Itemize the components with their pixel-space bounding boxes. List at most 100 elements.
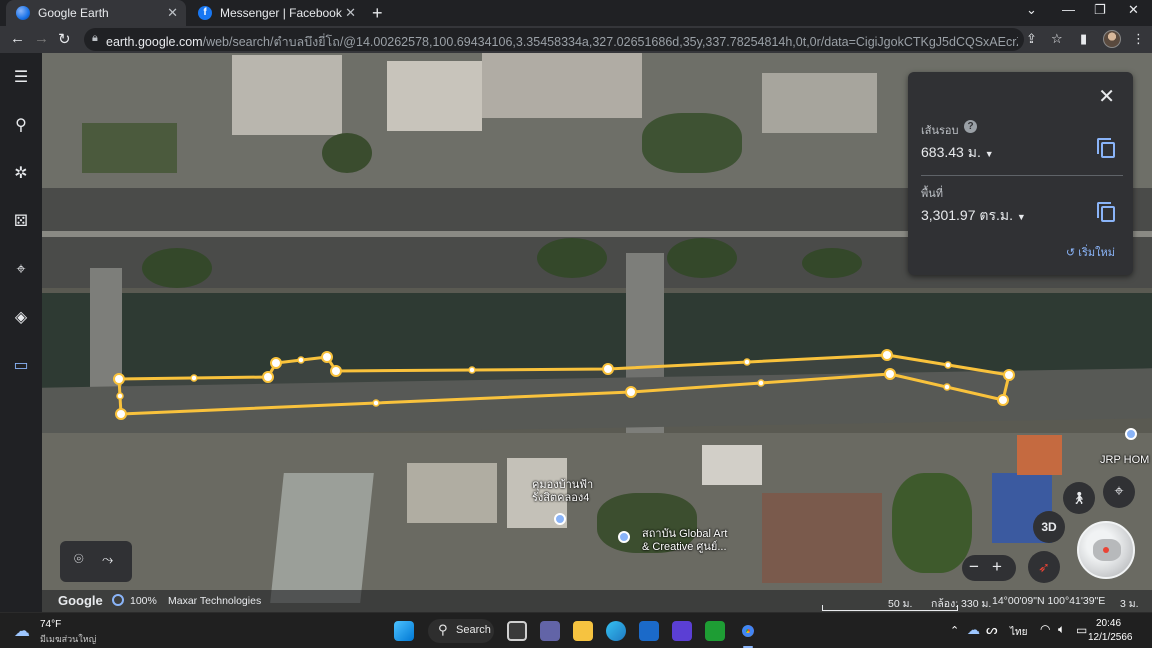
reset-button[interactable]: ↺ เริ่มใหม่ (1066, 243, 1115, 261)
clock-date[interactable]: 12/1/2566 (1088, 632, 1133, 643)
map-style-icon[interactable]: ◈ (12, 309, 30, 327)
pegman-icon[interactable]: 🚶︎ (1063, 482, 1095, 514)
mini-globe[interactable] (1077, 521, 1135, 579)
place-pin-icon[interactable] (618, 531, 630, 543)
search-icon[interactable]: ⚲ (12, 117, 30, 135)
imagery-attribution[interactable]: Maxar Technologies (168, 595, 261, 607)
opacity-icon[interactable] (112, 594, 124, 606)
minimize-icon[interactable]: — (1062, 2, 1075, 17)
measure-vertex[interactable] (330, 365, 342, 377)
input-language[interactable]: ไทย (1010, 625, 1027, 640)
show-hidden-icons[interactable]: ⌃ (950, 624, 959, 637)
place-label[interactable]: JRP HOM (1100, 454, 1149, 467)
taskbar-search[interactable]: ⚲ Search (428, 619, 494, 643)
copy-perimeter-icon[interactable] (1097, 138, 1115, 158)
close-icon[interactable]: ✕ (1098, 84, 1115, 109)
maximize-icon[interactable]: ❐ (1094, 2, 1106, 18)
measure-outline[interactable] (117, 353, 1011, 416)
measure-vertex[interactable] (270, 357, 282, 369)
measure-vertex[interactable] (262, 371, 274, 383)
battery-icon[interactable]: ▭ (1076, 623, 1087, 637)
close-window-icon[interactable]: ✕ (1128, 2, 1139, 18)
place-pin-icon[interactable] (554, 513, 566, 525)
place-label[interactable]: คุมองบ้านฟ้า รังสิตคลอง4 (532, 479, 593, 505)
measure-midpoint[interactable] (372, 399, 380, 407)
wifi-icon[interactable]: ◠ (1040, 622, 1050, 636)
bookmark-star-icon[interactable]: ☆ (1051, 31, 1063, 47)
measure-midpoint[interactable] (190, 374, 198, 382)
share-icon[interactable]: ⇪ (1026, 31, 1037, 47)
tab-messenger[interactable]: f Messenger | Facebook ✕ (188, 0, 364, 26)
weather-description[interactable]: มีเมฆส่วนใหญ่ (40, 632, 96, 646)
menu-kebab-icon[interactable]: ⋮ (1132, 31, 1145, 47)
measure-midpoint[interactable] (757, 379, 765, 387)
reload-icon[interactable]: ↻ (58, 30, 71, 48)
toggle-3d-button[interactable]: 3D (1033, 511, 1065, 543)
opacity-value[interactable]: 100% (130, 595, 157, 607)
weather-icon[interactable]: ☁︎ (14, 621, 30, 641)
address-bar[interactable]: 🔒︎ earth.google.com/web/search/ตำบลบึงยี… (84, 28, 1024, 51)
voyager-icon[interactable]: ✲ (12, 165, 30, 183)
google-earth-icon (16, 6, 30, 20)
windows-taskbar: ☁︎ 74°F มีเมฆส่วนใหญ่ ⚲ Search ⌃ ☁︎ ᔕ ไท… (0, 612, 1152, 648)
tab-search-icon[interactable]: ⌄ (1026, 2, 1037, 18)
measure-midpoint[interactable] (116, 392, 124, 400)
compass-icon[interactable]: ➶ (1028, 551, 1060, 583)
close-tab-icon[interactable]: ✕ (167, 5, 178, 21)
map-status-bar: Google 100% Maxar Technologies 50 ม. กล้… (42, 590, 1152, 612)
feeling-lucky-icon[interactable]: ⚄ (12, 213, 30, 231)
area-value[interactable]: 3,301.97 ตร.ม. ▼ (921, 205, 1026, 227)
place-pin-icon[interactable] (1125, 428, 1137, 440)
measure-midpoint[interactable] (743, 358, 751, 366)
zoom-in-icon[interactable]: + (992, 557, 1002, 577)
new-tab-icon[interactable]: + (372, 3, 383, 24)
profile-avatar[interactable] (1103, 30, 1121, 48)
chrome-icon[interactable] (738, 621, 758, 641)
measure-vertex[interactable] (625, 386, 637, 398)
unit-dropdown-icon[interactable]: ▼ (985, 149, 994, 159)
microsoft-store-icon[interactable] (639, 621, 659, 641)
copy-area-icon[interactable] (1097, 202, 1115, 222)
measure-vertex[interactable] (881, 349, 893, 361)
back-icon[interactable]: ← (10, 30, 25, 47)
weather-temperature[interactable]: 74°F (40, 619, 61, 630)
measure-vertex[interactable] (997, 394, 1009, 406)
app-icon[interactable] (672, 621, 692, 641)
measure-vertex[interactable] (113, 373, 125, 385)
xbox-icon[interactable] (705, 621, 725, 641)
measure-vertex[interactable] (884, 368, 896, 380)
draw-path-icon[interactable]: ⤳ (102, 551, 113, 568)
measure-midpoint[interactable] (943, 383, 951, 391)
clock-time[interactable]: 20:46 (1096, 618, 1121, 629)
tab-google-earth[interactable]: Google Earth ✕ (6, 0, 186, 26)
perimeter-value[interactable]: 683.43 ม. ▼ (921, 142, 994, 164)
measure-vertex[interactable] (321, 351, 333, 363)
measure-midpoint[interactable] (468, 366, 476, 374)
side-panel-icon[interactable]: ▮ (1080, 31, 1087, 47)
measure-vertex[interactable] (115, 408, 127, 420)
unit-dropdown-icon[interactable]: ▼ (1017, 212, 1026, 222)
zoom-out-icon[interactable]: − (969, 557, 979, 577)
edge-icon[interactable] (606, 621, 626, 641)
measure-vertex[interactable] (1003, 369, 1015, 381)
place-label[interactable]: สถาบัน Global Art & Creative ศูนย์... (642, 528, 727, 554)
url-text[interactable]: earth.google.com/web/search/ตำบลบึงยี่โถ… (106, 32, 1018, 52)
place-marker-icon[interactable]: ⌾ (74, 551, 84, 569)
onedrive-icon[interactable]: ☁︎ (967, 622, 980, 638)
measure-ruler-icon[interactable]: ▭ (12, 357, 30, 375)
hamburger-menu-icon[interactable]: ☰ (12, 69, 30, 87)
help-icon[interactable]: ? (964, 120, 977, 133)
teams-chat-icon[interactable] (540, 621, 560, 641)
measure-midpoint[interactable] (297, 356, 305, 364)
forward-icon[interactable]: → (34, 30, 49, 47)
file-explorer-icon[interactable] (573, 621, 593, 641)
projects-icon[interactable]: ⌖ (12, 261, 30, 279)
task-view-icon[interactable] (507, 621, 527, 641)
my-location-icon[interactable]: ⌖ (1103, 476, 1135, 508)
close-tab-icon[interactable]: ✕ (345, 5, 356, 21)
tray-app-icon[interactable]: ᔕ (986, 622, 998, 638)
start-windows-icon[interactable] (394, 621, 414, 641)
volume-icon[interactable]: 🔈︎ (1058, 622, 1065, 637)
measure-vertex[interactable] (602, 363, 614, 375)
measure-midpoint[interactable] (944, 361, 952, 369)
